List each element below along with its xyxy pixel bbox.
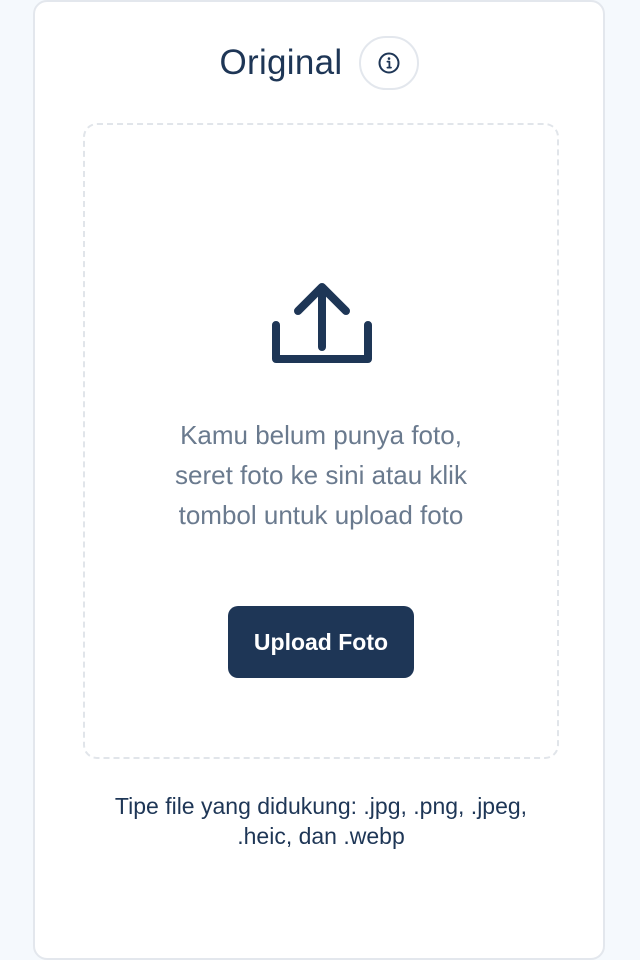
empty-state-message: Kamu belum punya foto, seret foto ke sin… [175,420,467,530]
upload-icon [272,283,372,363]
upload-photo-button[interactable]: Upload Foto [228,606,414,678]
card-header: Original [35,32,603,94]
info-button[interactable] [358,36,419,90]
supported-file-types: Tipe file yang didukung: .jpg, .png, .jp… [114,793,528,849]
card-title: Original [219,43,343,82]
upload-card: Original Kamu belum punya foto, seret fo… [33,0,605,960]
photo-dropzone[interactable]: Kamu belum punya foto, seret foto ke sin… [83,123,559,759]
info-icon [378,52,399,74]
